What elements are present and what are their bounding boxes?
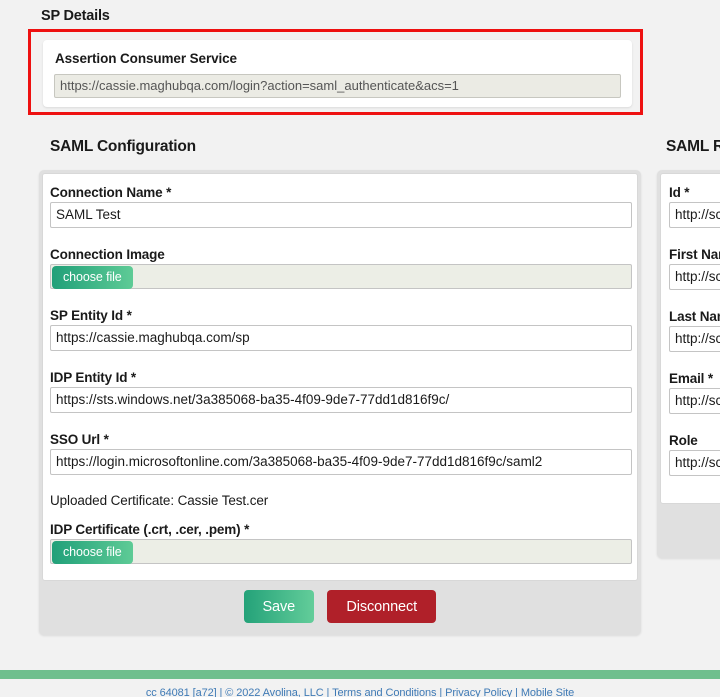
connection-name-input[interactable]: SAML Test: [50, 202, 632, 228]
idp-certificate-filebar: choose file: [50, 539, 632, 564]
saml-configuration-heading: SAML Configuration: [50, 138, 196, 155]
disconnect-button[interactable]: Disconnect: [327, 590, 437, 623]
save-button[interactable]: Save: [243, 590, 314, 623]
response-role-input[interactable]: http://schemas.microsoft.com/ws/2008/06/…: [669, 450, 720, 476]
response-last-name-input[interactable]: http://schemas.xmlsoap.org/ws/2005/05/id…: [669, 326, 720, 352]
response-role-label: Role: [669, 433, 698, 448]
connection-image-label: Connection Image: [50, 247, 165, 262]
field-response-first-name: First Name * http://schemas.xmlsoap.org/…: [669, 245, 720, 290]
assertion-consumer-service-label: Assertion Consumer Service: [55, 51, 237, 66]
acs-card: Assertion Consumer Service https://cassi…: [43, 40, 632, 107]
response-email-input[interactable]: http://schemas.xmlsoap.org/ws/2005/05/id…: [669, 388, 720, 414]
idp-entity-id-label: IDP Entity Id *: [50, 370, 137, 385]
acs-highlight-box: Assertion Consumer Service https://cassi…: [28, 29, 643, 115]
saml-configuration-form: Connection Name * SAML Test Connection I…: [42, 173, 638, 581]
field-idp-certificate: IDP Certificate (.crt, .cer, .pem) * cho…: [50, 520, 632, 564]
idp-certificate-label: IDP Certificate (.crt, .cer, .pem) *: [50, 522, 250, 537]
field-sso-url: SSO Url * https://login.microsoftonline.…: [50, 430, 632, 475]
saml-response-heading: SAML Response: [666, 138, 720, 155]
sso-url-label: SSO Url *: [50, 432, 109, 447]
field-sp-entity-id: SP Entity Id * https://cassie.maghubqa.c…: [50, 306, 632, 351]
field-connection-name: Connection Name * SAML Test: [50, 183, 632, 228]
field-response-role: Role http://schemas.microsoft.com/ws/200…: [669, 431, 720, 476]
response-id-label: Id *: [669, 185, 690, 200]
footer-text[interactable]: cc 64081 [a72] | © 2022 Avolina, LLC | T…: [0, 687, 720, 697]
uploaded-certificate-text: Uploaded Certificate: Cassie Test.cer: [50, 493, 269, 508]
connection-image-filebar: choose file: [50, 264, 632, 289]
field-response-email: Email * http://schemas.xmlsoap.org/ws/20…: [669, 369, 720, 414]
field-response-id: Id * http://schemas.xmlsoap.org/ws/2005/…: [669, 183, 720, 228]
sp-entity-id-input[interactable]: https://cassie.maghubqa.com/sp: [50, 325, 632, 351]
sp-entity-id-label: SP Entity Id *: [50, 308, 132, 323]
connection-name-label: Connection Name *: [50, 185, 172, 200]
form-action-row: Save Disconnect: [39, 581, 641, 635]
connection-image-choose-file-button[interactable]: choose file: [52, 266, 133, 289]
response-id-input[interactable]: http://schemas.xmlsoap.org/ws/2005/05/id…: [669, 202, 720, 228]
response-first-name-input[interactable]: http://schemas.xmlsoap.org/ws/2005/05/id…: [669, 264, 720, 290]
assertion-consumer-service-input[interactable]: https://cassie.maghubqa.com/login?action…: [54, 74, 621, 98]
sp-details-heading: SP Details: [41, 8, 110, 24]
saml-response-form: Id * http://schemas.xmlsoap.org/ws/2005/…: [660, 173, 720, 504]
field-connection-image: Connection Image choose file: [50, 245, 632, 289]
footer-accent-bar: [0, 670, 720, 679]
sso-url-input[interactable]: https://login.microsoftonline.com/3a3850…: [50, 449, 632, 475]
response-email-label: Email *: [669, 371, 713, 386]
field-idp-entity-id: IDP Entity Id * https://sts.windows.net/…: [50, 368, 632, 413]
idp-entity-id-input[interactable]: https://sts.windows.net/3a385068-ba35-4f…: [50, 387, 632, 413]
field-response-last-name: Last Name * http://schemas.xmlsoap.org/w…: [669, 307, 720, 352]
response-first-name-label: First Name *: [669, 247, 720, 262]
response-last-name-label: Last Name *: [669, 309, 720, 324]
idp-certificate-choose-file-button[interactable]: choose file: [52, 541, 133, 564]
page-root: SP Details Assertion Consumer Service ht…: [0, 0, 720, 697]
saml-response-card: Id * http://schemas.xmlsoap.org/ws/2005/…: [657, 170, 720, 558]
saml-configuration-card: Connection Name * SAML Test Connection I…: [39, 170, 641, 635]
